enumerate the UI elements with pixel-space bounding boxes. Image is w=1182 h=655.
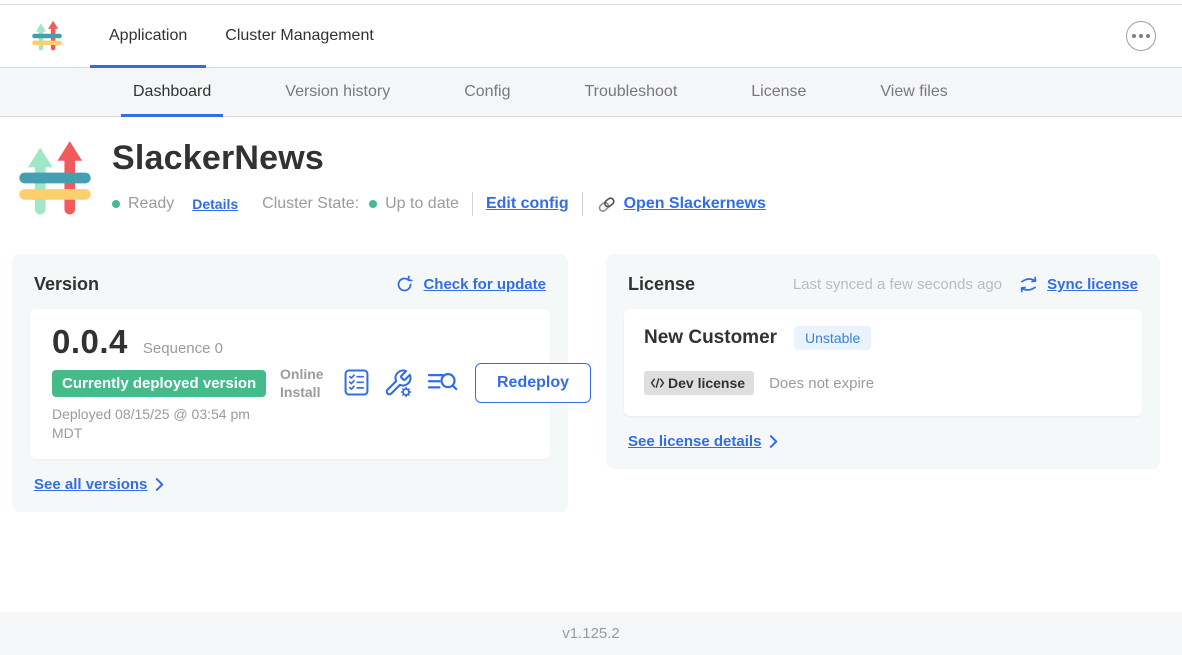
refresh-icon: [395, 275, 414, 294]
app-logo-icon: [30, 17, 64, 55]
app-status-text: Ready: [128, 195, 174, 213]
license-type-label: Dev license: [668, 375, 745, 391]
customer-row: New Customer Unstable: [644, 326, 1122, 350]
edit-config-button[interactable]: [383, 368, 413, 398]
tab-dashboard[interactable]: Dashboard: [121, 68, 223, 116]
status-details-link[interactable]: Details: [192, 196, 238, 212]
view-files-magnifier-icon: [426, 369, 459, 396]
version-card-header: Version Check for update: [30, 274, 550, 309]
tab-config[interactable]: Config: [452, 68, 522, 116]
version-info: 0.0.4 Sequence 0 Currently deployed vers…: [52, 323, 280, 443]
config-wrench-gear-icon: [383, 368, 413, 398]
deployed-status-badge: Currently deployed version: [52, 370, 266, 397]
view-deploy-logs-button[interactable]: [426, 369, 459, 396]
version-actions: Online Install: [280, 363, 591, 403]
current-version-panel: 0.0.4 Sequence 0 Currently deployed vers…: [30, 309, 550, 459]
console-version-text: v1.125.2: [562, 625, 620, 642]
chain-link-icon: [596, 194, 617, 215]
tab-application[interactable]: Application: [90, 5, 206, 67]
license-type-badge: Dev license: [644, 371, 754, 395]
license-card-header: License Last synced a few seconds ago Sy…: [624, 274, 1142, 309]
check-for-update-link[interactable]: Check for update: [395, 275, 546, 294]
top-nav-tabs: Application Cluster Management: [90, 5, 393, 67]
open-app-link[interactable]: Open Slackernews: [596, 194, 766, 215]
license-details-panel: New Customer Unstable Dev license Does n…: [624, 309, 1142, 416]
sync-license-link[interactable]: Sync license: [1019, 276, 1138, 293]
preflight-checks-button[interactable]: [343, 368, 370, 397]
tab-license[interactable]: License: [739, 68, 818, 116]
app-logo-large-icon: [14, 135, 96, 221]
page-title: SlackerNews: [112, 139, 766, 178]
ellipsis-icon: [1132, 34, 1150, 38]
see-license-details-link[interactable]: See license details: [628, 433, 779, 450]
version-number: 0.0.4: [52, 323, 128, 361]
app-status-dot: [112, 200, 120, 208]
preflight-checklist-icon: [343, 368, 370, 397]
version-card-title: Version: [34, 274, 99, 295]
tab-cluster-management[interactable]: Cluster Management: [206, 5, 393, 67]
app-header-text: SlackerNews Ready Details Cluster State:…: [112, 135, 766, 221]
tab-version-history[interactable]: Version history: [273, 68, 402, 116]
redeploy-button[interactable]: Redeploy: [475, 363, 591, 403]
last-synced-text: Last synced a few seconds ago: [793, 276, 1002, 293]
license-expiry-text: Does not expire: [769, 375, 874, 392]
check-for-update-label: Check for update: [423, 276, 546, 293]
customer-name: New Customer: [644, 327, 777, 349]
top-nav-right: [1126, 21, 1156, 51]
cluster-state-dot: [369, 200, 377, 208]
sync-license-label: Sync license: [1047, 276, 1138, 293]
app-sub-navbar: Dashboard Version history Config Trouble…: [0, 68, 1182, 117]
version-sequence: Sequence 0: [143, 340, 223, 357]
tab-troubleshoot[interactable]: Troubleshoot: [572, 68, 689, 116]
sync-arrows-icon: [1019, 276, 1038, 293]
license-meta-row: Dev license Does not expire: [644, 371, 1122, 395]
divider: [472, 192, 473, 216]
console-footer: v1.125.2: [0, 612, 1182, 655]
cluster-state-label: Cluster State:: [262, 195, 359, 213]
cluster-state-value: Up to date: [385, 195, 459, 213]
code-brackets-icon: [650, 377, 665, 389]
edit-config-link[interactable]: Edit config: [486, 195, 569, 213]
see-all-versions-link[interactable]: See all versions: [34, 476, 165, 493]
channel-badge: Unstable: [794, 326, 871, 350]
top-navbar: Application Cluster Management: [0, 4, 1182, 68]
app-header: SlackerNews Ready Details Cluster State:…: [0, 117, 1182, 221]
deployed-timestamp: Deployed 08/15/25 @ 03:54 pm MDT: [52, 405, 270, 443]
chevron-right-icon: [154, 478, 165, 491]
admin-console-page: Application Cluster Management Dashboard…: [0, 0, 1182, 655]
chevron-right-icon: [768, 435, 779, 448]
see-license-details-label: See license details: [628, 433, 761, 450]
tab-view-files[interactable]: View files: [868, 68, 959, 116]
license-card: License Last synced a few seconds ago Sy…: [606, 254, 1160, 469]
open-app-label: Open Slackernews: [624, 195, 766, 213]
license-card-title: License: [628, 274, 695, 295]
see-all-versions-label: See all versions: [34, 476, 147, 493]
divider: [582, 192, 583, 216]
dashboard-cards: Version Check for update 0.0.4 Se: [0, 254, 1182, 512]
version-card: Version Check for update 0.0.4 Se: [12, 254, 568, 512]
more-options-button[interactable]: [1126, 21, 1156, 51]
app-status-row: Ready Details Cluster State: Up to date …: [112, 192, 766, 216]
install-type-label: Online Install: [280, 365, 330, 401]
